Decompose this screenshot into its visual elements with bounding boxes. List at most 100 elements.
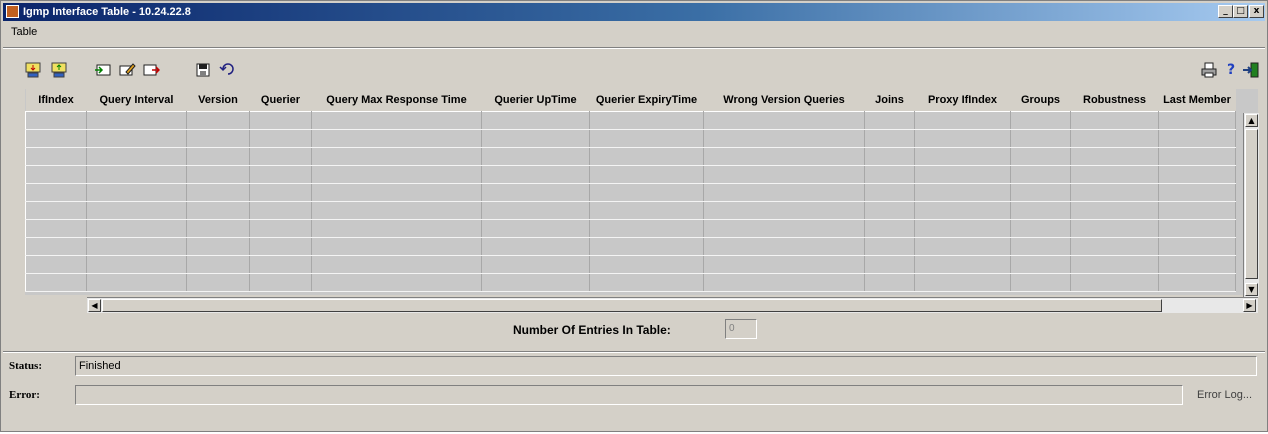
table-cell[interactable] <box>1010 129 1071 148</box>
table-cell[interactable] <box>589 147 704 166</box>
error-log-button[interactable]: Error Log... <box>1197 389 1252 401</box>
table-cell[interactable] <box>249 273 312 292</box>
minimize-button[interactable]: _ <box>1218 5 1233 18</box>
table-cell[interactable] <box>589 165 704 184</box>
table-cell[interactable] <box>249 201 312 220</box>
table-cell[interactable] <box>1010 201 1071 220</box>
vertical-scrollbar[interactable]: ▲ ▼ <box>1243 113 1259 297</box>
table-row[interactable] <box>25 237 1236 256</box>
table-cell[interactable] <box>481 165 590 184</box>
table-cell[interactable] <box>86 147 187 166</box>
table-cell[interactable] <box>186 237 250 256</box>
scroll-left-arrow-icon[interactable]: ◀ <box>88 299 101 312</box>
scroll-down-arrow-icon[interactable]: ▼ <box>1245 283 1258 296</box>
horizontal-scrollbar[interactable]: ◀ ▶ <box>87 297 1258 313</box>
table-cell[interactable] <box>186 111 250 130</box>
table-cell[interactable] <box>311 111 482 130</box>
col-wrong-version-queries[interactable]: Wrong Version Queries <box>703 89 865 112</box>
table-cell[interactable] <box>186 273 250 292</box>
table-cell[interactable] <box>914 237 1011 256</box>
table-cell[interactable] <box>1010 183 1071 202</box>
table-cell[interactable] <box>186 129 250 148</box>
edit-row-icon[interactable] <box>117 61 137 79</box>
col-ifindex[interactable]: IfIndex <box>25 89 87 112</box>
table-cell[interactable] <box>1070 165 1159 184</box>
table-cell[interactable] <box>589 183 704 202</box>
scroll-right-arrow-icon[interactable]: ▶ <box>1243 299 1256 312</box>
table-row[interactable] <box>25 219 1236 238</box>
table-cell[interactable] <box>864 147 915 166</box>
table-row[interactable] <box>25 201 1236 220</box>
table-cell[interactable] <box>914 201 1011 220</box>
table-cell[interactable] <box>1158 129 1236 148</box>
table-cell[interactable] <box>914 183 1011 202</box>
table-cell[interactable] <box>1010 219 1071 238</box>
table-cell[interactable] <box>864 273 915 292</box>
table-cell[interactable] <box>864 255 915 274</box>
table-cell[interactable] <box>25 147 87 166</box>
table-cell[interactable] <box>703 111 865 130</box>
table-cell[interactable] <box>1010 237 1071 256</box>
table-cell[interactable] <box>864 201 915 220</box>
table-row[interactable] <box>25 111 1236 130</box>
table-cell[interactable] <box>1070 111 1159 130</box>
table-cell[interactable] <box>86 129 187 148</box>
table-cell[interactable] <box>703 165 865 184</box>
table-cell[interactable] <box>481 183 590 202</box>
table-cell[interactable] <box>249 237 312 256</box>
table-cell[interactable] <box>1158 147 1236 166</box>
col-query-interval[interactable]: Query Interval <box>86 89 187 112</box>
table-cell[interactable] <box>864 111 915 130</box>
table-cell[interactable] <box>1070 219 1159 238</box>
table-cell[interactable] <box>311 273 482 292</box>
table-cell[interactable] <box>86 183 187 202</box>
table-cell[interactable] <box>1070 237 1159 256</box>
table-cell[interactable] <box>1070 129 1159 148</box>
table-cell[interactable] <box>703 237 865 256</box>
col-groups[interactable]: Groups <box>1010 89 1071 112</box>
table-cell[interactable] <box>25 165 87 184</box>
table-cell[interactable] <box>481 237 590 256</box>
table-cell[interactable] <box>864 183 915 202</box>
table-cell[interactable] <box>249 255 312 274</box>
table-cell[interactable] <box>1010 255 1071 274</box>
table-cell[interactable] <box>864 219 915 238</box>
table-cell[interactable] <box>1158 219 1236 238</box>
table-cell[interactable] <box>481 273 590 292</box>
table-cell[interactable] <box>186 255 250 274</box>
table-cell[interactable] <box>481 111 590 130</box>
table-cell[interactable] <box>589 219 704 238</box>
table-cell[interactable] <box>1158 237 1236 256</box>
table-cell[interactable] <box>589 111 704 130</box>
table-cell[interactable] <box>311 183 482 202</box>
table-cell[interactable] <box>914 165 1011 184</box>
table-cell[interactable] <box>1158 165 1236 184</box>
table-cell[interactable] <box>25 237 87 256</box>
table-cell[interactable] <box>589 255 704 274</box>
vertical-scroll-thumb[interactable] <box>1245 129 1258 279</box>
table-cell[interactable] <box>186 183 250 202</box>
col-last-member[interactable]: Last Member <box>1158 89 1236 112</box>
table-cell[interactable] <box>589 201 704 220</box>
insert-row-icon[interactable] <box>93 61 113 79</box>
table-cell[interactable] <box>25 273 87 292</box>
table-cell[interactable] <box>1158 111 1236 130</box>
table-cell[interactable] <box>914 219 1011 238</box>
table-cell[interactable] <box>589 129 704 148</box>
table-cell[interactable] <box>311 129 482 148</box>
table-cell[interactable] <box>914 255 1011 274</box>
table-cell[interactable] <box>25 219 87 238</box>
col-robustness[interactable]: Robustness <box>1070 89 1159 112</box>
table-cell[interactable] <box>1158 273 1236 292</box>
table-cell[interactable] <box>249 183 312 202</box>
table-cell[interactable] <box>481 219 590 238</box>
table-cell[interactable] <box>914 129 1011 148</box>
table-cell[interactable] <box>25 111 87 130</box>
table-cell[interactable] <box>703 129 865 148</box>
table-cell[interactable] <box>481 147 590 166</box>
table-cell[interactable] <box>249 219 312 238</box>
col-querier-expirytime[interactable]: Querier ExpiryTime <box>589 89 704 112</box>
export-icon[interactable] <box>49 61 69 79</box>
table-cell[interactable] <box>186 147 250 166</box>
exit-icon[interactable] <box>1241 61 1261 79</box>
